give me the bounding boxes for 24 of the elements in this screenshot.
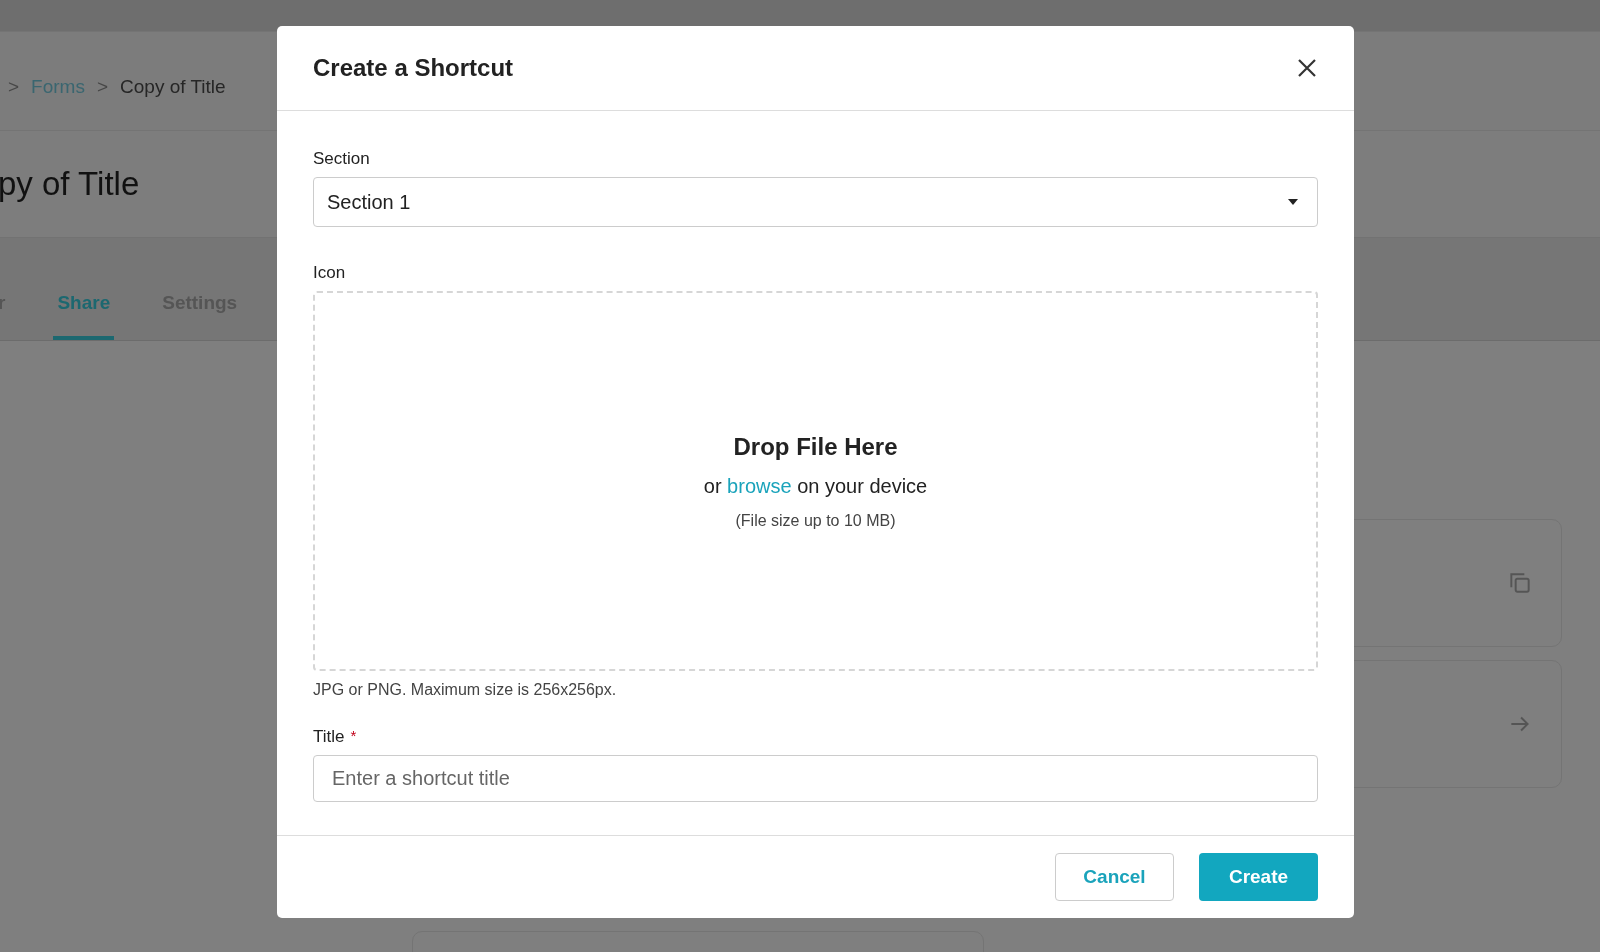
section-dropdown[interactable]: Section 1 [313,177,1318,227]
caret-icon [1287,198,1299,206]
breadcrumb-separator: > [96,76,109,98]
file-size-note: (File size up to 10 MB) [735,511,896,530]
breadcrumb-link[interactable]: Forms [31,76,85,98]
breadcrumb-separator: > [8,76,20,98]
title-input[interactable]: Enter a shortcut title [313,755,1318,802]
close-icon [1296,57,1318,79]
file-format-hint: JPG or PNG. Maximum size is 256x256px. [313,681,617,699]
cancel-button[interactable]: Cancel [1055,853,1174,901]
close-button[interactable] [1296,57,1318,79]
breadcrumb-current: Copy of Title [120,76,226,98]
required-mark: * [350,727,357,746]
browse-link[interactable]: browse [727,474,792,497]
file-drop-zone[interactable]: Drop File Here or browse on your device (File size up to 10 MB) [313,291,1318,671]
field-label: Section [313,149,370,169]
dialog-title: Create a Shortcut [313,54,514,82]
field-label: Icon [313,263,346,283]
field-label: Title [313,727,345,747]
drop-instructions: or browse on your device [703,474,928,498]
copy-icon [1507,570,1533,596]
create-button[interactable]: Create [1199,853,1318,901]
page-title: py of Title [0,165,140,203]
drop-title: Drop File Here [733,432,898,461]
